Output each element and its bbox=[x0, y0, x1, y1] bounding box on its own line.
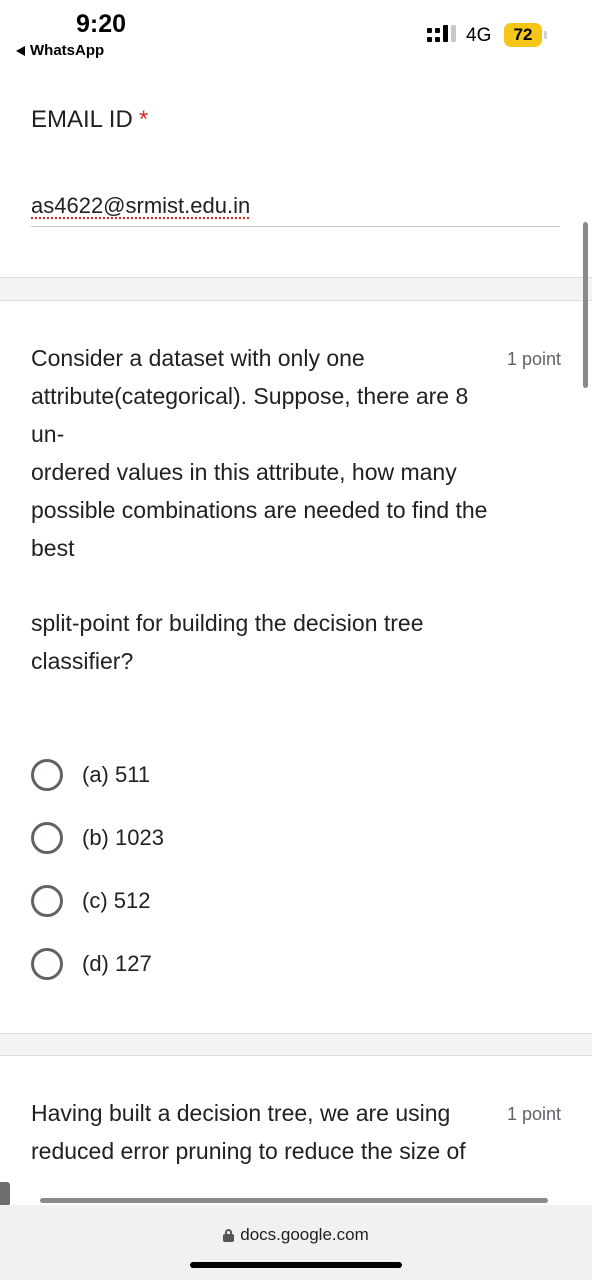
url-text: docs.google.com bbox=[240, 1225, 369, 1244]
option-label: (a) 511 bbox=[82, 762, 151, 787]
email-field[interactable]: as4622@srmist.edu.in bbox=[31, 193, 250, 219]
option-label: (c) 512 bbox=[82, 888, 151, 913]
option-d[interactable]: (d) 127 bbox=[31, 948, 152, 980]
question-card-2: Having built a decision tree, we are usi… bbox=[0, 1055, 592, 1205]
email-label: EMAIL ID * bbox=[31, 106, 148, 134]
question-points: 1 point bbox=[506, 349, 561, 369]
url-display[interactable]: docs.google.com bbox=[0, 1225, 592, 1245]
battery-tip bbox=[544, 31, 547, 39]
question-card: Consider a dataset with only one attribu… bbox=[0, 300, 592, 1034]
home-indicator[interactable] bbox=[190, 1262, 402, 1268]
lock-icon bbox=[223, 1228, 235, 1242]
browser-url-bar[interactable]: docs.google.com bbox=[0, 1205, 592, 1280]
option-c[interactable]: (c) 512 bbox=[31, 885, 150, 917]
back-app-label: WhatsApp bbox=[30, 42, 105, 59]
horizontal-scrollbar[interactable] bbox=[40, 1198, 548, 1203]
radio-button[interactable] bbox=[31, 822, 63, 854]
email-label-text: EMAIL ID bbox=[31, 106, 133, 133]
cellular-signal-icon bbox=[427, 25, 457, 45]
edge-tab bbox=[0, 1182, 10, 1206]
battery-icon: 72 bbox=[504, 23, 542, 47]
question-text: Consider a dataset with only one attribu… bbox=[31, 345, 469, 447]
option-label: (b) 1023 bbox=[82, 825, 164, 850]
required-asterisk: * bbox=[138, 106, 149, 133]
radio-button[interactable] bbox=[31, 948, 63, 980]
radio-button[interactable] bbox=[31, 759, 63, 791]
vertical-scrollbar[interactable] bbox=[583, 222, 588, 388]
question-2-points: 1 point bbox=[506, 1104, 561, 1124]
status-bar: 9:20 WhatsApp 4G 72 bbox=[0, 0, 592, 64]
question-text-continued: ordered values in this attribute, how ma… bbox=[31, 459, 488, 561]
back-to-app-button[interactable]: WhatsApp bbox=[16, 42, 104, 59]
email-card: EMAIL ID * as4622@srmist.edu.in bbox=[0, 64, 592, 278]
back-arrow-icon bbox=[16, 45, 25, 56]
option-a[interactable]: (a) 511 bbox=[31, 759, 150, 791]
status-time: 9:20 bbox=[76, 10, 127, 38]
question-2-text: Having built a decision tree, we are usi… bbox=[31, 1100, 466, 1164]
option-label: (d) 127 bbox=[82, 951, 152, 976]
radio-button[interactable] bbox=[31, 885, 63, 917]
email-field-underline bbox=[31, 226, 560, 227]
question-text-final: split-point for building the decision tr… bbox=[31, 610, 424, 674]
option-b[interactable]: (b) 1023 bbox=[31, 822, 164, 854]
network-type: 4G bbox=[466, 25, 492, 46]
